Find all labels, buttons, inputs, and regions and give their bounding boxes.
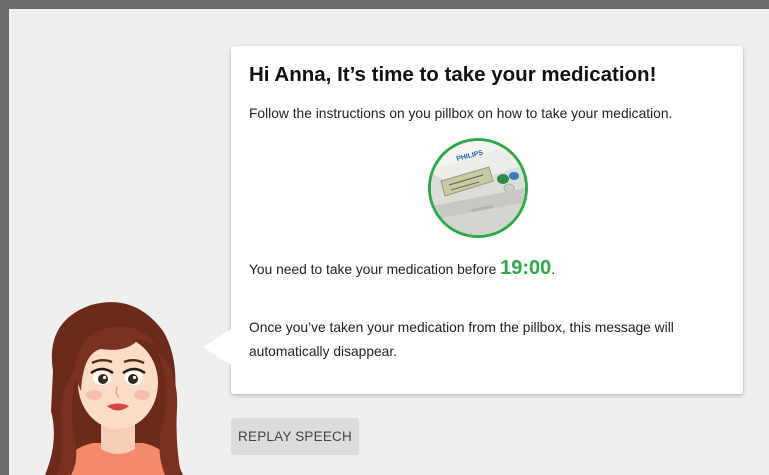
pillbox-image: PHILIPS — [428, 138, 528, 238]
message-title: Hi Anna, It’s time to take your medicati… — [249, 63, 657, 86]
instructions-text: Follow the instructions on you pillbox o… — [249, 106, 673, 121]
pillbox-icon: PHILIPS — [431, 141, 525, 235]
deadline-suffix: . — [551, 262, 556, 277]
replay-speech-button[interactable]: REPLAY SPEECH — [231, 418, 359, 455]
speech-bubble-tail — [203, 329, 231, 365]
deadline-prefix: You need to take your medication before — [249, 262, 501, 277]
deadline-time: 19:00 — [500, 257, 552, 279]
deadline-text: You need to take your medication before … — [249, 257, 555, 280]
app-frame: Hi Anna, It’s time to take your medicati… — [9, 9, 769, 475]
assistant-avatar-icon — [45, 302, 183, 475]
message-card: Hi Anna, It’s time to take your medicati… — [231, 46, 743, 394]
auto-dismiss-text: Once you’ve taken your medication from t… — [249, 320, 674, 359]
